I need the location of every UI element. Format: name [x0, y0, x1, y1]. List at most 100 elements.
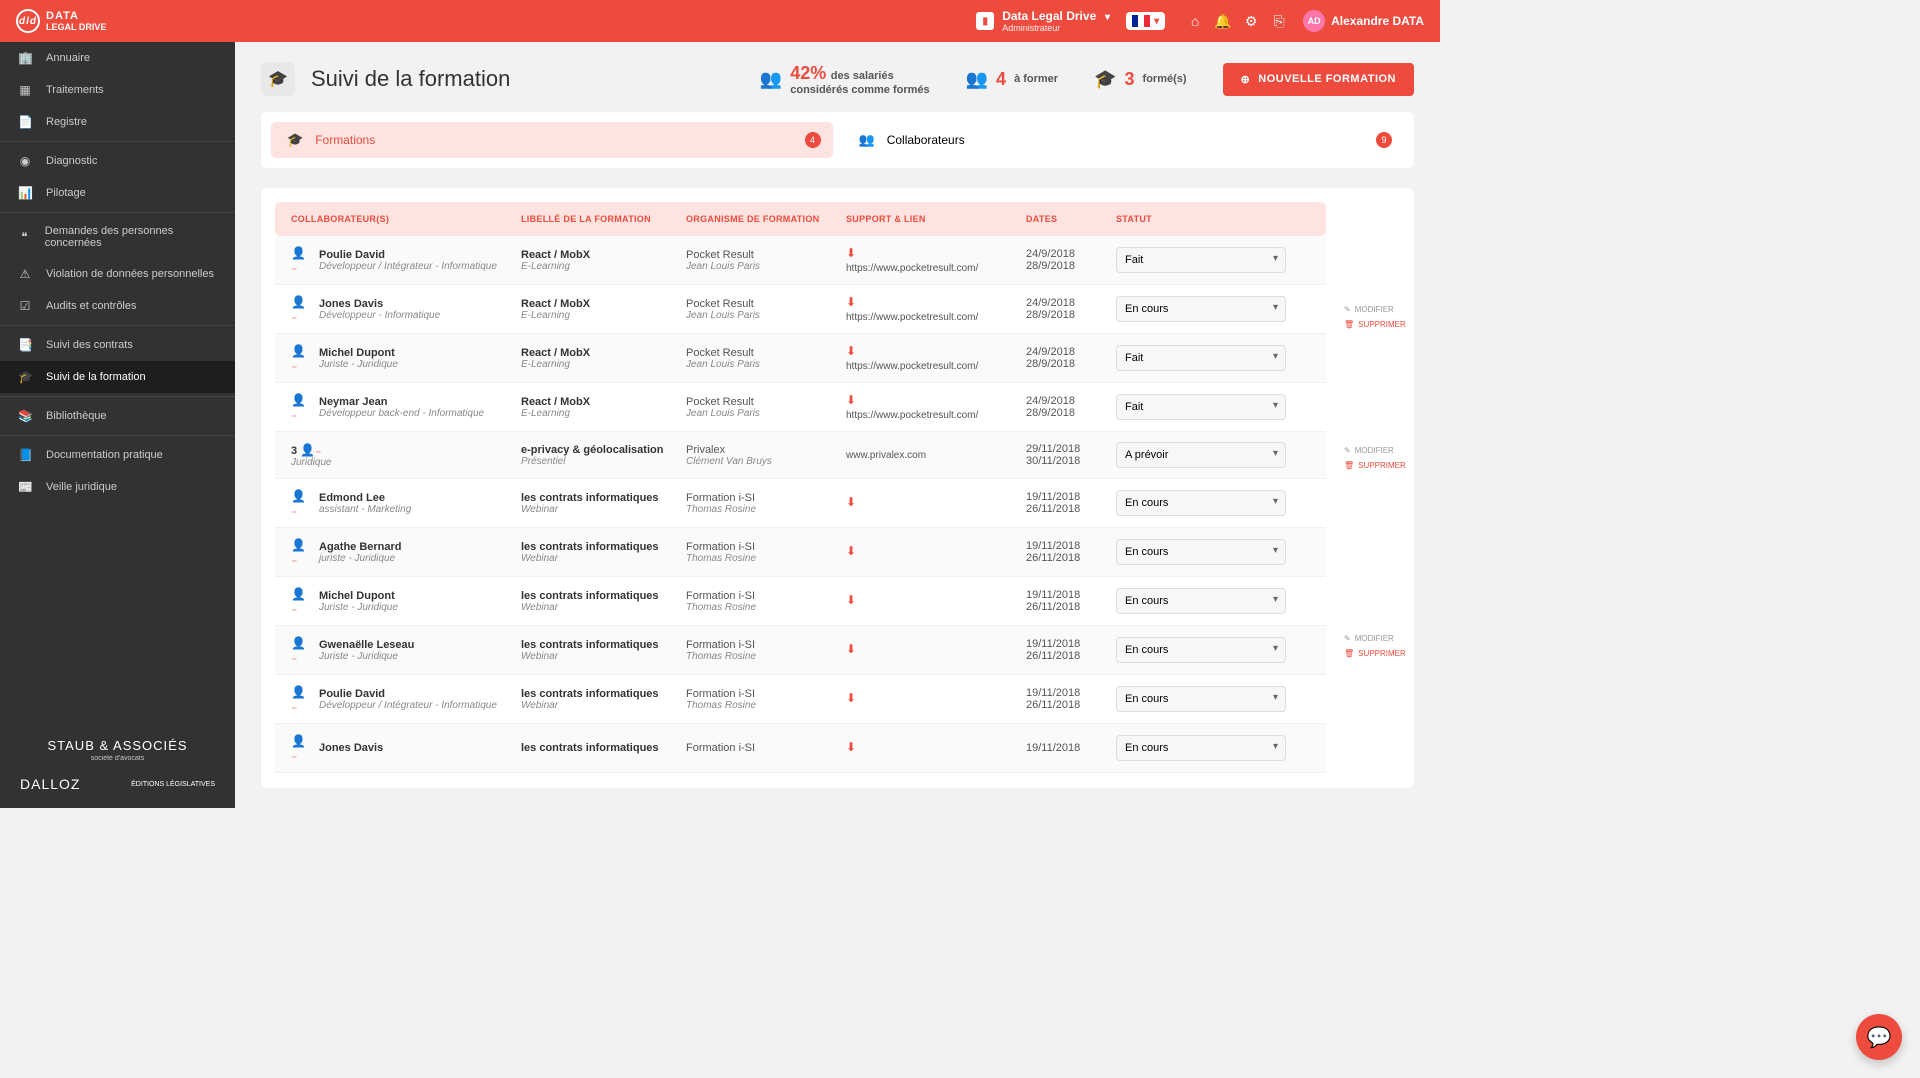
- org-role: Administrateur: [1002, 23, 1110, 33]
- sidebar-item-5[interactable]: ❝Demandes des personnes concernées: [0, 216, 235, 258]
- sidebar-item-label: Audits et contrôles: [46, 300, 137, 312]
- sidebar-item-6[interactable]: ⚠Violation de données personnelles: [0, 258, 235, 290]
- th-collaborateur[interactable]: COLLABORATEUR(S): [291, 214, 521, 224]
- sidebar-item-label: Suivi de la formation: [46, 371, 146, 383]
- person-minus-icon[interactable]: 👤₋: [300, 443, 321, 457]
- status-select[interactable]: A prévoir: [1116, 442, 1286, 468]
- download-icon[interactable]: ⬇: [846, 642, 1026, 656]
- exit-icon[interactable]: ⎘: [1265, 13, 1293, 30]
- sidebar-item-icon: ☑: [18, 299, 32, 313]
- download-icon[interactable]: ⬇: [846, 691, 1026, 705]
- tab-collaborateurs[interactable]: 👥 Collaborateurs 9: [843, 122, 1405, 158]
- download-icon[interactable]: ⬇: [846, 393, 1026, 407]
- sidebar-item-4[interactable]: 📊Pilotage: [0, 177, 235, 209]
- sidebar-item-2[interactable]: 📄Registre: [0, 106, 235, 138]
- person-minus-icon[interactable]: 👤₋: [291, 393, 307, 421]
- collaborator-name: Michel Dupont: [319, 347, 398, 359]
- th-organisme[interactable]: ORGANISME DE FORMATION: [686, 214, 846, 224]
- support-link[interactable]: https://www.pocketresult.com/: [846, 312, 978, 323]
- home-icon[interactable]: ⌂: [1181, 13, 1209, 29]
- sidebar-item-8[interactable]: 📑Suivi des contrats: [0, 329, 235, 361]
- status-select[interactable]: Fait: [1116, 247, 1286, 273]
- support-link[interactable]: www.privalex.com: [846, 450, 926, 461]
- status-select[interactable]: En cours: [1116, 296, 1286, 322]
- bell-icon[interactable]: 🔔: [1209, 13, 1237, 30]
- th-libelle[interactable]: LIBELLÉ DE LA FORMATION: [521, 214, 686, 224]
- delete-button[interactable]: 🗑SUPPRIMER: [1344, 649, 1404, 658]
- person-minus-icon[interactable]: 👤₋: [291, 636, 307, 664]
- person-minus-icon[interactable]: 👤₋: [291, 685, 307, 713]
- org-switcher[interactable]: Data Legal Drive ▾ Administrateur: [1002, 9, 1110, 33]
- collaborator-name: Jones Davis: [319, 298, 440, 310]
- brand-logo[interactable]: dld DATA LEGAL DRIVE: [16, 9, 106, 33]
- person-minus-icon[interactable]: 👤₋: [291, 734, 307, 762]
- support-link[interactable]: https://www.pocketresult.com/: [846, 410, 978, 421]
- download-icon[interactable]: ⬇: [846, 740, 1026, 754]
- partner-staub: STAUB & ASSOCIÉS: [20, 738, 215, 753]
- date-end: 30/11/2018: [1026, 455, 1116, 467]
- edit-button[interactable]: ✎MODIFIER: [1344, 446, 1404, 455]
- th-dates[interactable]: DATES: [1026, 214, 1116, 224]
- chat-fab[interactable]: 💬: [1856, 1014, 1902, 1060]
- status-select[interactable]: En cours: [1116, 637, 1286, 663]
- tabs: 🎓 Formations 4 👥 Collaborateurs 9: [261, 112, 1414, 168]
- support-link[interactable]: https://www.pocketresult.com/: [846, 263, 978, 274]
- person-minus-icon[interactable]: 👤₋: [291, 246, 307, 274]
- sidebar-item-7[interactable]: ☑ Audits et contrôles: [0, 290, 235, 322]
- sidebar-item-9[interactable]: 🎓Suivi de la formation: [0, 361, 235, 393]
- org-name: Pocket Result: [686, 396, 846, 408]
- person-minus-icon[interactable]: 👤₋: [291, 587, 307, 615]
- sidebar-item-10[interactable]: 📚Bibliothèque: [0, 400, 235, 432]
- status-select[interactable]: En cours: [1116, 735, 1286, 761]
- brand-line1: DATA: [46, 10, 106, 22]
- sidebar-item-0[interactable]: 🏢Annuaire: [0, 42, 235, 74]
- gear-icon[interactable]: ⚙: [1237, 13, 1265, 30]
- org-contact: Jean Louis Paris: [686, 310, 846, 321]
- person-minus-icon[interactable]: 👤₋: [291, 538, 307, 566]
- course-mode: E-Learning: [521, 310, 686, 321]
- th-support[interactable]: SUPPORT & LIEN: [846, 214, 1026, 224]
- date-start: 19/11/2018: [1026, 589, 1116, 601]
- course-mode: Webinar: [521, 700, 686, 711]
- download-icon[interactable]: ⬇: [846, 593, 1026, 607]
- user-name[interactable]: Alexandre DATA: [1331, 14, 1424, 28]
- status-select[interactable]: En cours: [1116, 490, 1286, 516]
- collaborator-role: Juriste - Juridique: [319, 359, 398, 370]
- delete-button[interactable]: 🗑SUPPRIMER: [1344, 320, 1404, 329]
- date-start: 29/11/2018: [1026, 443, 1116, 455]
- status-select[interactable]: En cours: [1116, 539, 1286, 565]
- download-icon[interactable]: ⬇: [846, 544, 1026, 558]
- course-name: React / MobX: [521, 298, 686, 310]
- th-statut[interactable]: STATUT: [1116, 214, 1286, 224]
- download-icon[interactable]: ⬇: [846, 246, 1026, 260]
- trash-icon: 🗑: [1344, 649, 1354, 658]
- date-end: 26/11/2018: [1026, 601, 1116, 613]
- user-avatar[interactable]: AD: [1303, 10, 1325, 32]
- download-icon[interactable]: ⬇: [846, 344, 1026, 358]
- download-icon[interactable]: ⬇: [846, 295, 1026, 309]
- edit-button[interactable]: ✎MODIFIER: [1344, 305, 1404, 314]
- download-icon[interactable]: ⬇: [846, 495, 1026, 509]
- tab-formations[interactable]: 🎓 Formations 4: [271, 122, 833, 158]
- person-minus-icon[interactable]: 👤₋: [291, 344, 307, 372]
- tab-badge: 9: [1376, 132, 1392, 148]
- person-minus-icon[interactable]: 👤₋: [291, 295, 307, 323]
- new-formation-button[interactable]: ⊕ NOUVELLE FORMATION: [1223, 63, 1414, 96]
- sidebar-item-3[interactable]: ◉Diagnostic: [0, 145, 235, 177]
- edit-icon: ✎: [1344, 634, 1351, 643]
- sidebar-item-1[interactable]: ▦Traitements: [0, 74, 235, 106]
- delete-button[interactable]: 🗑SUPPRIMER: [1344, 461, 1404, 470]
- support-link[interactable]: https://www.pocketresult.com/: [846, 361, 978, 372]
- sidebar-item-12[interactable]: 📰Veille juridique: [0, 471, 235, 503]
- status-select[interactable]: En cours: [1116, 686, 1286, 712]
- collaborator-name: Edmond Lee: [319, 492, 411, 504]
- graduation-icon: 🎓: [1094, 69, 1116, 90]
- status-select[interactable]: En cours: [1116, 588, 1286, 614]
- status-select[interactable]: Fait: [1116, 345, 1286, 371]
- language-selector[interactable]: ▾: [1126, 12, 1165, 30]
- top-header: dld DATA LEGAL DRIVE ▮ Data Legal Drive …: [0, 0, 1440, 42]
- sidebar-item-11[interactable]: 📘Documentation pratique: [0, 439, 235, 471]
- person-minus-icon[interactable]: 👤₋: [291, 489, 307, 517]
- status-select[interactable]: Fait: [1116, 394, 1286, 420]
- edit-button[interactable]: ✎MODIFIER: [1344, 634, 1404, 643]
